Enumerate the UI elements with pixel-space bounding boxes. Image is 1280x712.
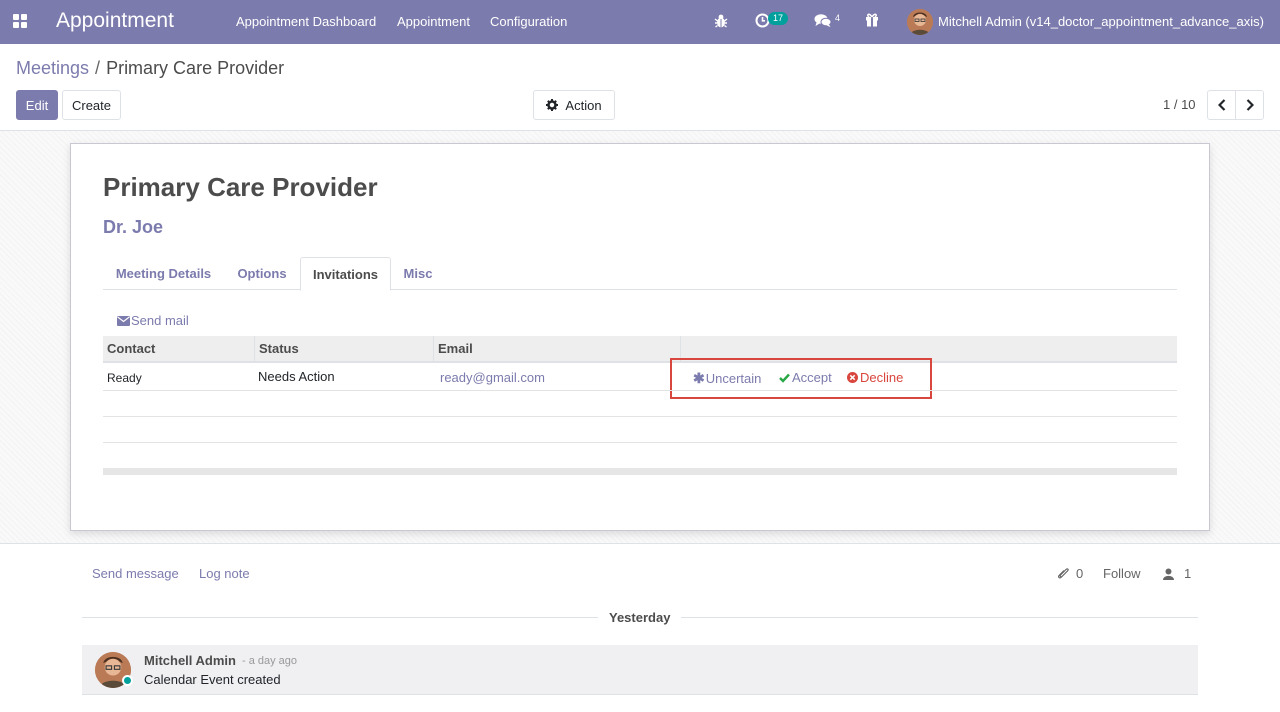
attendee-contact[interactable]: Ready xyxy=(107,371,142,385)
form-sheet: Primary Care Provider Dr. Joe Meeting De… xyxy=(70,143,1210,531)
pager-previous-button[interactable] xyxy=(1207,90,1236,120)
highlight-box xyxy=(670,358,932,399)
message-author[interactable]: Mitchell Admin xyxy=(144,653,236,668)
chevron-left-icon xyxy=(1217,99,1225,111)
user-icon xyxy=(1163,568,1174,580)
edit-button[interactable]: Edit xyxy=(16,90,58,120)
column-header-status[interactable]: Status xyxy=(255,336,434,361)
table-footer xyxy=(103,468,1177,475)
chatter-message: Mitchell Admin - a day ago Calendar Even… xyxy=(82,645,1198,695)
table-row-divider xyxy=(103,442,1177,443)
action-dropdown-button[interactable]: Action xyxy=(533,90,615,120)
messages-chat-icon[interactable] xyxy=(814,13,832,31)
breadcrumb: Meetings / Primary Care Provider xyxy=(16,58,284,79)
user-menu-name[interactable]: Mitchell Admin (v14_doctor_appointment_a… xyxy=(938,14,1264,29)
apps-menu-icon[interactable] xyxy=(13,14,27,28)
meeting-title: Primary Care Provider xyxy=(103,172,378,202)
tab-meeting-details[interactable]: Meeting Details xyxy=(103,257,224,290)
date-separator: Yesterday xyxy=(609,610,671,625)
attachments-count: 0 xyxy=(1076,566,1084,581)
top-navbar: Appointment Appointment Dashboard Appoin… xyxy=(0,0,1280,44)
menu-configuration[interactable]: Configuration xyxy=(490,14,567,29)
message-body: Calendar Event created xyxy=(144,672,281,687)
pager-next-button[interactable] xyxy=(1235,90,1264,120)
envelope-icon xyxy=(117,315,130,326)
column-header-contact[interactable]: Contact xyxy=(103,336,255,361)
date-divider-line xyxy=(681,617,1198,618)
column-header-email[interactable]: Email xyxy=(434,336,681,361)
action-label: Action xyxy=(565,97,602,113)
gift-icon[interactable] xyxy=(865,12,879,30)
create-button[interactable]: Create xyxy=(62,90,121,120)
attendees-table-header: Contact Status Email xyxy=(103,336,1177,363)
menu-appointment[interactable]: Appointment xyxy=(397,14,470,29)
date-divider-line xyxy=(82,617,598,618)
tab-misc[interactable]: Misc xyxy=(391,257,445,290)
attachments-button[interactable]: 0 xyxy=(1058,566,1083,581)
online-status-dot xyxy=(122,675,133,686)
send-message-button[interactable]: Send message xyxy=(92,566,179,581)
tab-options[interactable]: Options xyxy=(224,257,300,290)
table-row-divider xyxy=(103,416,1177,417)
follow-button[interactable]: Follow xyxy=(1103,566,1141,581)
attendee-email-link[interactable]: ready@gmail.com xyxy=(440,370,545,385)
table-row-divider xyxy=(103,390,1177,391)
doctor-name[interactable]: Dr. Joe xyxy=(103,217,163,238)
followers-button[interactable]: 1 xyxy=(1163,566,1191,581)
chevron-right-icon xyxy=(1246,99,1254,111)
app-brand[interactable]: Appointment xyxy=(56,9,174,33)
debug-bug-icon[interactable] xyxy=(714,13,728,32)
user-avatar[interactable] xyxy=(907,9,933,35)
attendee-status[interactable]: Needs Action xyxy=(258,369,335,384)
breadcrumb-separator: / xyxy=(95,58,101,78)
form-tabs: Meeting Details Options Invitations Misc xyxy=(103,257,1177,291)
gear-icon xyxy=(546,99,559,111)
followers-count: 1 xyxy=(1184,566,1192,581)
send-mail-label: Send mail xyxy=(131,313,189,328)
messages-count: 4 xyxy=(835,13,841,23)
chatter-divider xyxy=(0,543,1280,544)
log-note-button[interactable]: Log note xyxy=(199,566,250,581)
pager-value[interactable]: 1 / 10 xyxy=(1163,97,1196,112)
breadcrumb-current: Primary Care Provider xyxy=(106,58,285,78)
tab-invitations[interactable]: Invitations xyxy=(300,257,391,291)
paperclip-icon xyxy=(1058,567,1069,578)
activity-count-badge: 17 xyxy=(768,12,789,25)
send-mail-button[interactable]: Send mail xyxy=(117,313,189,328)
message-date: - a day ago xyxy=(242,655,298,667)
menu-appointment-dashboard[interactable]: Appointment Dashboard xyxy=(236,14,376,29)
breadcrumb-meetings-link[interactable]: Meetings xyxy=(16,58,89,78)
